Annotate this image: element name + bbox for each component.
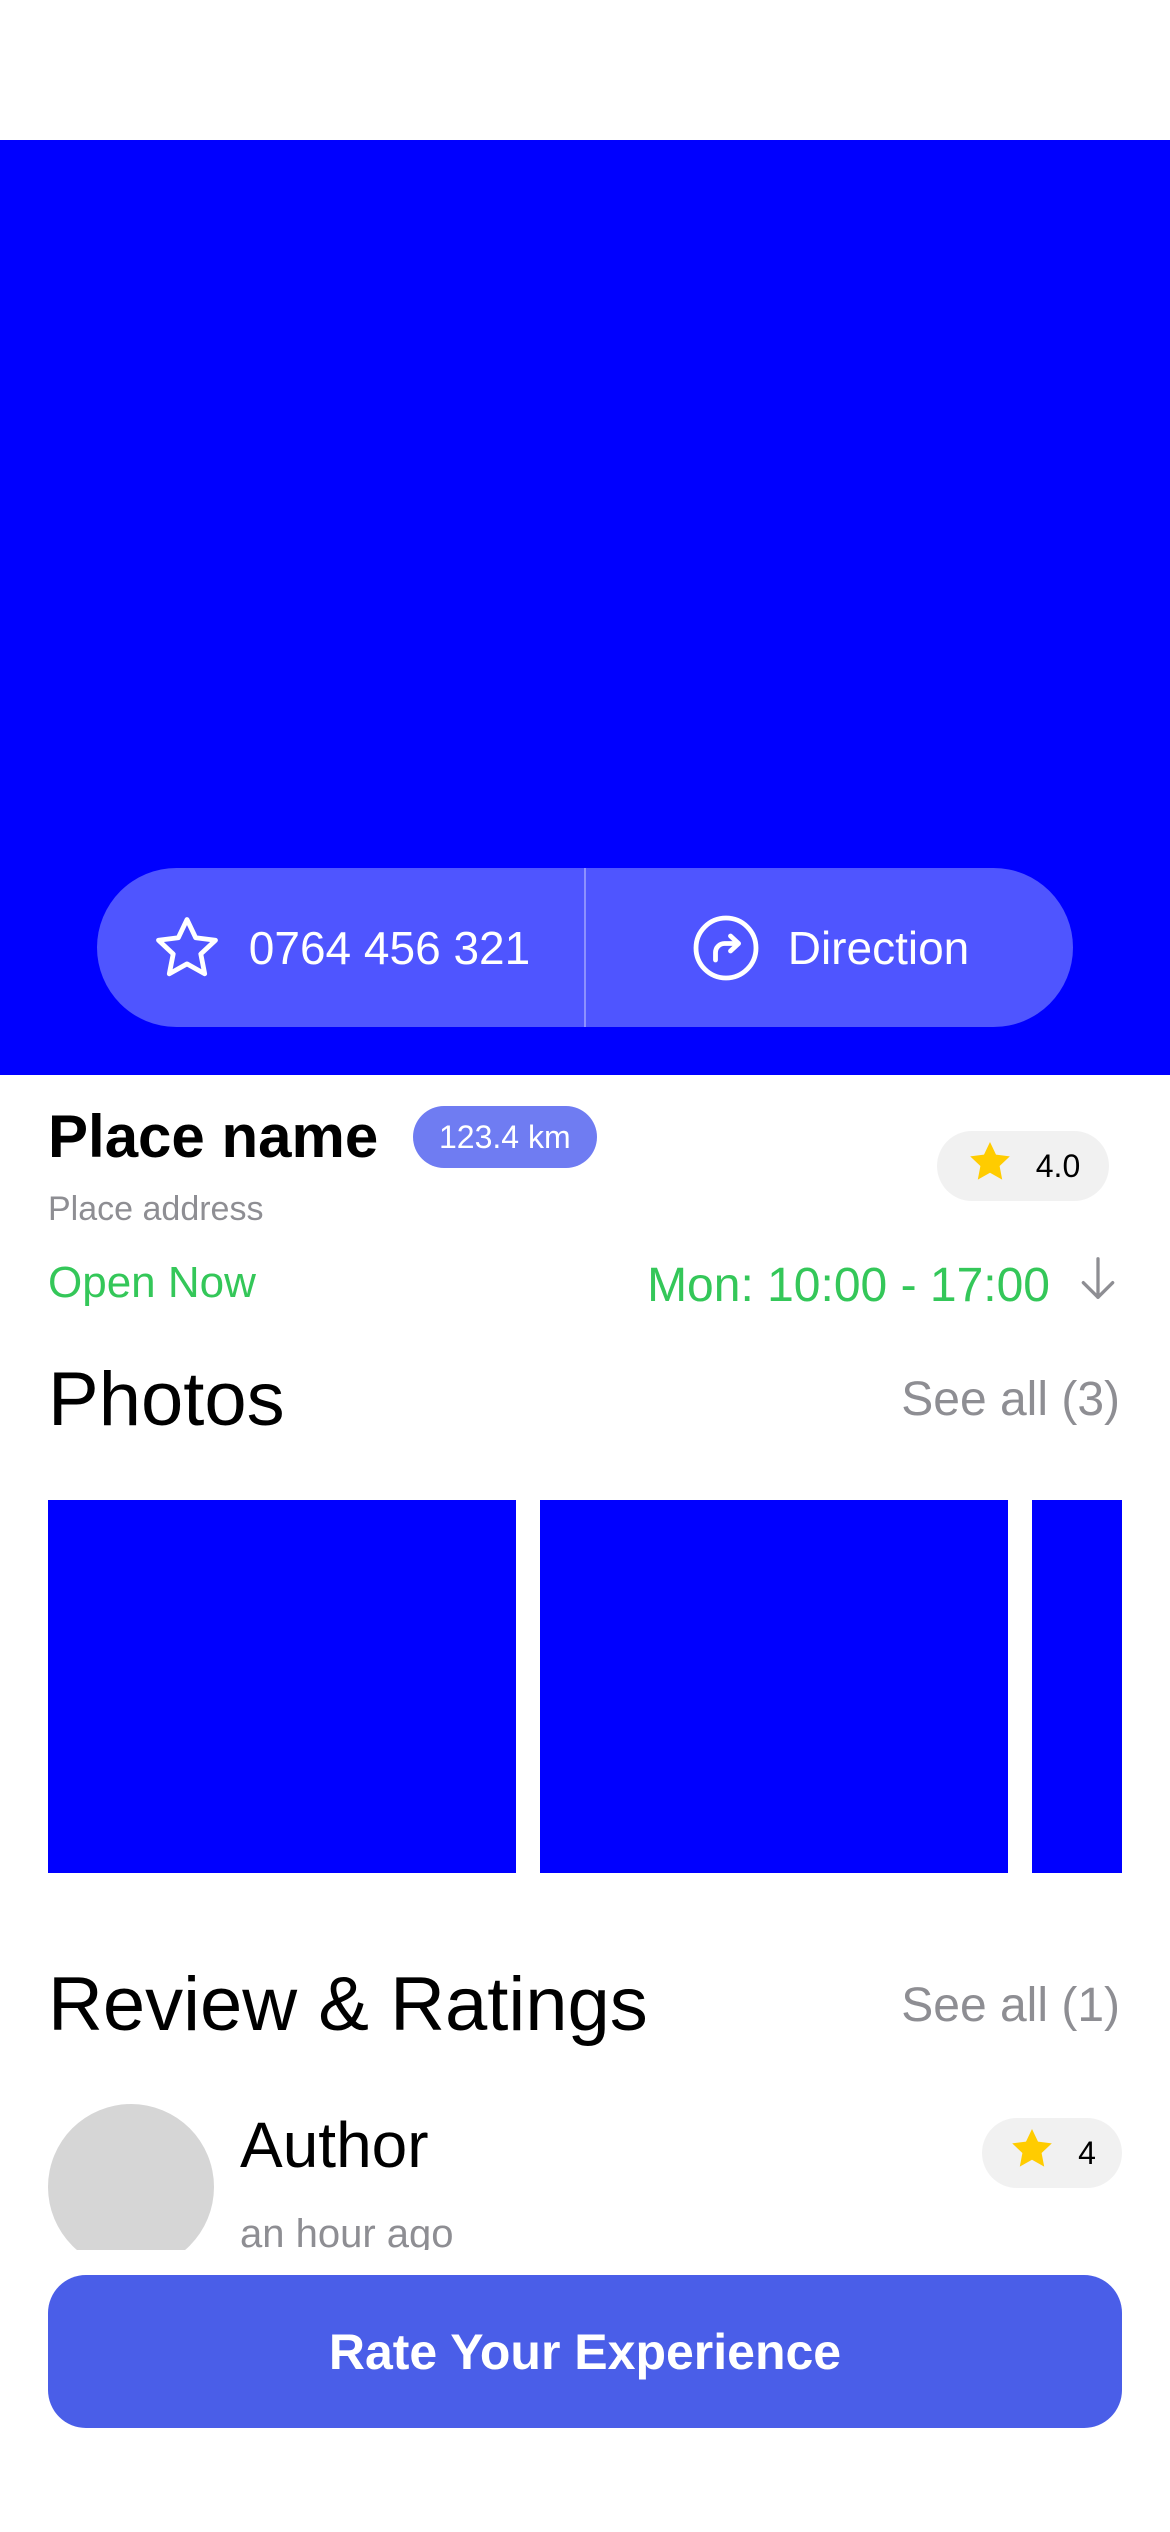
place-name: Place name (48, 1103, 379, 1170)
avatar (48, 2104, 214, 2250)
photo-thumbnail[interactable] (48, 1500, 516, 1873)
review-author: Author (240, 2109, 429, 2181)
phone-button[interactable]: 0764 456 321 (97, 868, 584, 1027)
place-rating-value: 4.0 (1035, 1147, 1081, 1184)
star-filled-icon (1008, 2125, 1056, 2181)
place-address: Place address (48, 1190, 264, 1228)
photos-heading: Photos (48, 1357, 285, 1442)
photo-thumbnail[interactable] (1032, 1500, 1122, 1873)
opening-hours[interactable]: Mon: 10:00 - 17:00 (647, 1255, 1120, 1315)
place-rating-badge: 4.0 (937, 1131, 1109, 1201)
photo-thumbnail[interactable] (540, 1500, 1008, 1873)
reviews-heading: Review & Ratings (48, 1962, 648, 2047)
star-filled-icon (966, 1138, 1014, 1194)
open-status: Open Now (48, 1258, 256, 1307)
phone-number: 0764 456 321 (248, 921, 531, 974)
direction-icon (690, 912, 762, 984)
action-bar: 0764 456 321 Direction (97, 868, 1073, 1027)
hours-text: Mon: 10:00 - 17:00 (647, 1258, 1050, 1312)
direction-button[interactable]: Direction (586, 868, 1073, 1027)
photos-see-all-link[interactable]: See all (3) (901, 1372, 1120, 1427)
distance-badge: 123.4 km (413, 1106, 597, 1168)
reviews-see-all-link[interactable]: See all (1) (901, 1978, 1120, 2033)
arrow-down-icon (1076, 1255, 1120, 1315)
star-outline-icon (151, 912, 223, 984)
rate-experience-button[interactable]: Rate Your Experience (48, 2275, 1122, 2428)
review-rating-value: 4 (1078, 2134, 1096, 2171)
review-item[interactable]: Author an hour ago 4 (48, 2104, 1122, 2250)
review-rating-badge: 4 (982, 2118, 1122, 2188)
review-time: an hour ago (240, 2212, 454, 2250)
direction-label: Direction (787, 921, 970, 974)
